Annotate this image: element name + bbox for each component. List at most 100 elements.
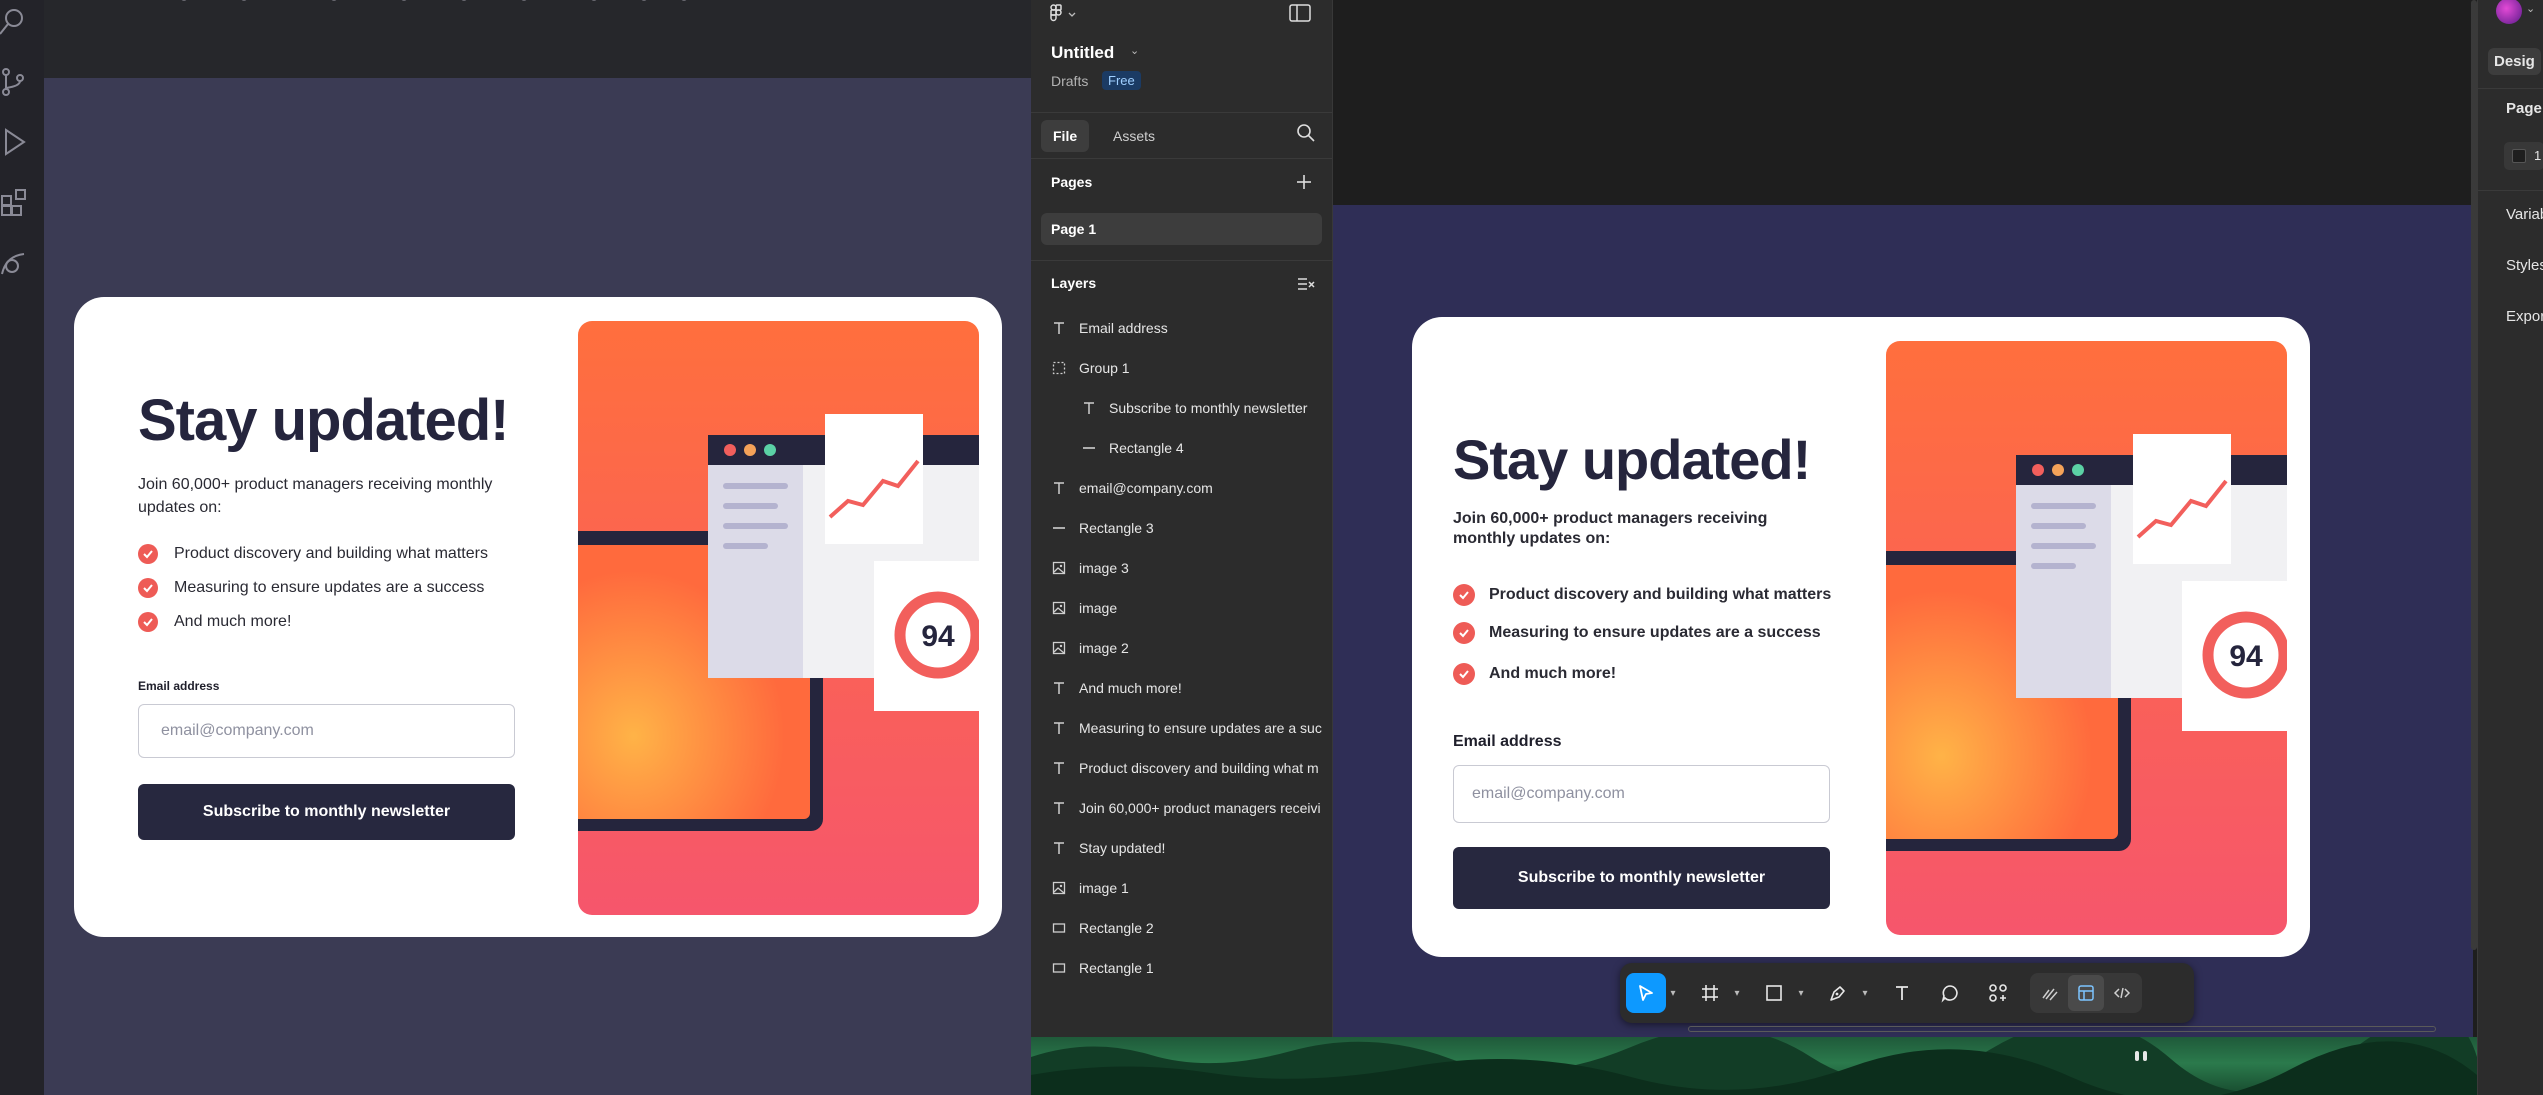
chevron-down-icon[interactable]: ▾ [1666, 973, 1680, 1013]
plan-badge: Free [1102, 71, 1141, 90]
card-title: Stay updated! [1453, 428, 1811, 491]
jungle-foliage [1031, 1037, 2477, 1095]
components-icon [1989, 984, 2007, 1002]
search-icon[interactable] [1295, 122, 1317, 144]
text-tool[interactable] [1882, 973, 1922, 1013]
email-placeholder: email@company.com [1472, 785, 1625, 802]
run-debug-icon[interactable] [0, 126, 32, 158]
layer-label: Product discovery and building what m [1079, 760, 1319, 776]
layer-label: Rectangle 4 [1109, 440, 1184, 456]
comment-icon [1941, 985, 1958, 1003]
layer-row[interactable]: Subscribe to monthly newsletter [1031, 388, 1333, 428]
horizontal-scrollbar[interactable] [1688, 1026, 2436, 1032]
layer-row[interactable]: Rectangle 3 [1031, 508, 1333, 548]
preview-window: Stay updated! Join 60,000+ product manag… [0, 0, 1031, 1095]
layer-row[interactable]: Email address [1031, 308, 1333, 348]
score-text: 94 [921, 620, 955, 653]
drafts-label[interactable]: Drafts [1051, 73, 1088, 89]
check-icon [138, 612, 158, 632]
check-icon [138, 544, 158, 564]
collapse-layers-icon[interactable] [1297, 276, 1315, 292]
layer-row[interactable]: Group 1 [1031, 348, 1333, 388]
design-mode-button[interactable] [2068, 975, 2104, 1011]
layer-row[interactable]: And much more! [1031, 668, 1333, 708]
rectangle-icon [1051, 960, 1067, 976]
file-title[interactable]: Untitled [1051, 43, 1114, 63]
avatar[interactable] [2496, 0, 2522, 24]
layer-row[interactable]: image [1031, 588, 1333, 628]
layer-row[interactable]: Join 60,000+ product managers receivi [1031, 788, 1333, 828]
variables-label[interactable]: Variab [2506, 206, 2543, 223]
remote-explorer-icon[interactable] [0, 246, 32, 278]
chevron-down-icon[interactable]: ▾ [1858, 973, 1872, 1013]
sidebar-toggle-icon[interactable] [1289, 4, 1311, 22]
layer-label: email@company.com [1079, 480, 1213, 496]
email-field[interactable]: email@company.com [138, 704, 515, 758]
layer-row[interactable]: Rectangle 4 [1031, 428, 1333, 468]
page-item-label: Page 1 [1051, 221, 1097, 237]
layers-panel: Untitled ⌄ Drafts Free File Assets Pages… [1031, 0, 1333, 1037]
extensions-icon[interactable] [0, 186, 32, 218]
card-intro: Join 60,000+ product managers receiving … [1453, 510, 1768, 547]
layer-row[interactable]: image 1 [1031, 868, 1333, 908]
email-field[interactable]: email@company.com [1453, 765, 1830, 823]
bullet-item: And much more! [1453, 663, 1616, 685]
layers-header: Layers [1051, 275, 1097, 291]
actions-tool[interactable] [1978, 973, 2018, 1013]
add-page-icon[interactable] [1294, 172, 1314, 192]
chevron-down-icon[interactable]: ⌄ [1130, 44, 1139, 57]
layer-label: Rectangle 3 [1079, 520, 1154, 536]
layer-row[interactable]: Measuring to ensure updates are a suc [1031, 708, 1333, 748]
pen-tool[interactable] [1818, 973, 1858, 1013]
page-item-active[interactable]: Page 1 [1041, 213, 1322, 245]
move-tool[interactable] [1626, 973, 1666, 1013]
layer-row[interactable]: Product discovery and building what m [1031, 748, 1333, 788]
layer-row[interactable]: email@company.com [1031, 468, 1333, 508]
chevron-down-icon[interactable]: ▾ [1730, 973, 1744, 1013]
tab-design[interactable]: Desig [2488, 48, 2541, 75]
layer-label: Subscribe to monthly newsletter [1109, 400, 1308, 416]
layer-label: image 3 [1079, 560, 1129, 576]
rectangle-tool[interactable] [1754, 973, 1794, 1013]
layer-row[interactable]: Rectangle 2 [1031, 908, 1333, 948]
layer-row[interactable]: image 2 [1031, 628, 1333, 668]
tab-file[interactable]: File [1041, 120, 1090, 152]
illustration-graphic: 94 [578, 321, 979, 915]
layer-row[interactable]: image 3 [1031, 548, 1333, 588]
bullet-text: Product discovery and building what matt… [174, 545, 488, 562]
cursor-icon [1639, 985, 1653, 1001]
newsletter-card-preview: Stay updated! Join 60,000+ product manag… [74, 297, 1002, 937]
email-label: Email address [1453, 733, 1562, 750]
comment-tool[interactable] [1930, 973, 1970, 1013]
layer-label: And much more! [1079, 680, 1182, 696]
draw-mode-button[interactable] [2032, 975, 2068, 1011]
chevron-down-icon[interactable]: ⌄ [2526, 2, 2535, 15]
rectangle-icon [1051, 920, 1067, 936]
subscribe-button[interactable]: Subscribe to monthly newsletter [1453, 847, 1830, 909]
layer-label: image 2 [1079, 640, 1129, 656]
layer-label: Join 60,000+ product managers receivi [1079, 800, 1321, 816]
design-canvas[interactable]: Stay updated! Join 60,000+ product manag… [1333, 0, 2477, 1037]
mode-switcher [2030, 973, 2142, 1013]
card-intro: Join 60,000+ product managers receiving … [138, 476, 493, 517]
styles-label[interactable]: Styles [2506, 257, 2543, 274]
chevron-down-icon[interactable]: ▾ [1794, 973, 1808, 1013]
newsletter-card-canvas[interactable]: Stay updated! Join 60,000+ product manag… [1412, 317, 2310, 957]
line-icon [1051, 520, 1067, 536]
figma-menu-icon[interactable] [1049, 4, 1079, 24]
tab-assets[interactable]: Assets [1101, 120, 1167, 152]
email-placeholder: email@company.com [161, 722, 314, 739]
search-icon[interactable] [0, 6, 32, 38]
layer-row[interactable]: Stay updated! [1031, 828, 1333, 868]
page-color-swatch[interactable]: 1 [2504, 142, 2543, 170]
source-control-icon[interactable] [0, 66, 32, 98]
layer-label: image [1079, 600, 1118, 616]
dev-mode-button[interactable] [2104, 975, 2140, 1011]
bullet-text: Measuring to ensure updates are a succes… [1489, 624, 1821, 641]
left-toolbar-rail [0, 0, 44, 1095]
subscribe-button[interactable]: Subscribe to monthly newsletter [138, 784, 515, 840]
layer-row[interactable]: Rectangle 1 [1031, 948, 1333, 988]
page-section-label: Page [2506, 100, 2542, 117]
frame-tool[interactable] [1690, 973, 1730, 1013]
export-label[interactable]: Expor [2506, 308, 2543, 325]
